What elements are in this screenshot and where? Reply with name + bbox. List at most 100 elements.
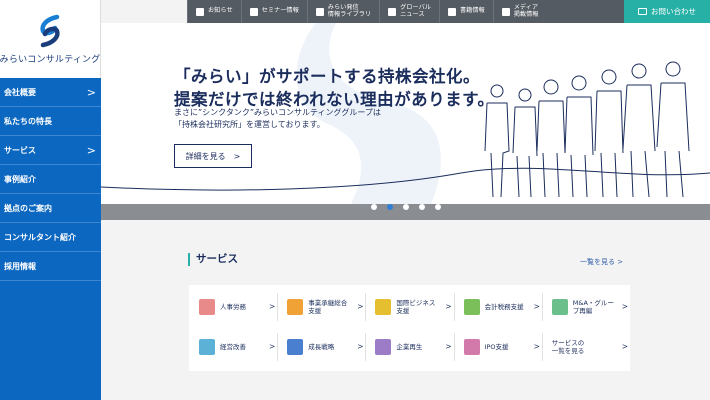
slide-dot[interactable]: [386, 204, 393, 210]
service-item[interactable]: 企業再生: [375, 329, 422, 365]
globe-money-icon: [375, 299, 392, 315]
topbar-item-label: お知らせ: [208, 7, 233, 15]
book-icon: [447, 7, 456, 16]
logo-text: みらいコンサルティング: [0, 54, 101, 65]
service-item[interactable]: M&A・グルー プ再編: [551, 289, 614, 325]
sidebar-item-4[interactable]: 拠点のご案内: [0, 194, 101, 223]
sidebar-item-label: コンサルタント紹介: [4, 232, 76, 242]
topbar-item-label: セミナー情報: [261, 7, 299, 15]
notice-icon: [196, 7, 204, 16]
building-icon: [287, 299, 304, 315]
divider: [365, 293, 367, 321]
service-label: 国際ビジネス 支援: [396, 298, 436, 315]
chevron-right-icon: >: [357, 342, 364, 351]
service-item[interactable]: 経営改善: [199, 329, 246, 365]
services-panel: 人事労務 > 事業承継総合 支援 > 国際ビジネス 支援 > 会計税務支援 > M&A・グルー …: [189, 285, 630, 371]
chevron-right-icon: >: [621, 302, 629, 311]
chevron-right-icon: >: [86, 85, 96, 99]
service-item[interactable]: 事業承継総合 支援: [287, 289, 347, 325]
sidebar-item-label: サービス: [4, 145, 36, 155]
sidebar-item-2[interactable]: サービス >: [0, 136, 101, 165]
sidebar-item-5[interactable]: コンサルタント紹介: [0, 223, 101, 252]
chevron-right-icon: >: [269, 302, 276, 311]
divider: [277, 293, 279, 321]
chevron-right-icon: >: [533, 302, 540, 311]
service-item[interactable]: 成長戦略: [287, 329, 334, 365]
service-label: 人事労務: [220, 302, 246, 311]
mail-icon: [638, 8, 647, 15]
pen-icon: [315, 7, 324, 16]
divider: [541, 333, 543, 361]
details-button[interactable]: 詳細を見る >: [174, 144, 252, 168]
service-label: 事業承継総合 支援: [308, 298, 348, 315]
sidebar-item-6[interactable]: 採用情報: [0, 252, 101, 281]
service-label: サービスの 一覧を見る: [551, 338, 585, 355]
topbar-item-label: 書籍情報: [459, 7, 485, 15]
logo[interactable]: みらいコンサルティング: [0, 0, 101, 78]
topbar-item-label: メディア 掲載情報: [513, 4, 539, 18]
service-label: 経営改善: [220, 342, 246, 351]
hero-subtitle: まさに”シンクタンク”みらいコンサルティンググループは 「持株会社研究所」を運営…: [174, 108, 381, 130]
service-item[interactable]: 人事労務: [199, 289, 246, 325]
services-heading: サービス: [188, 253, 238, 266]
service-label: 企業再生: [396, 342, 423, 351]
service-item[interactable]: 会計税務支援: [463, 289, 524, 325]
service-item[interactable]: IPO支援: [463, 329, 509, 365]
divider: [453, 293, 455, 321]
sidebar-item-label: 事例紹介: [4, 174, 36, 184]
people-icon: [199, 299, 215, 315]
hero-title: 「みらい」がサポートする持株会社化。 提案だけでは終われない理由があります。: [174, 67, 495, 110]
sidebar: みらいコンサルティング 会社概要 > 私たちの特長 サービス > 事例紹介拠点のご案内コン…: [0, 0, 101, 400]
calculator-icon: [463, 299, 480, 315]
chevron-right-icon: >: [445, 302, 452, 311]
globe-icon: [388, 7, 397, 16]
top-utility-bar: お知らせ セミナー情報 みらい発信 情報ライブラリ グローバル ニュース 書籍情報 メディ…: [187, 0, 710, 23]
chevron-right-icon: >: [533, 342, 540, 351]
divider: [453, 333, 455, 361]
slide-dot[interactable]: [418, 204, 425, 210]
slide-dot[interactable]: [434, 204, 441, 210]
services-more-link[interactable]: 一覧を見る >: [580, 257, 623, 267]
seminar-icon: [249, 7, 258, 16]
chevron-right-icon: >: [445, 342, 452, 351]
divider: [541, 293, 543, 321]
divider: [277, 333, 279, 361]
service-label: 会計税務支援: [484, 302, 524, 311]
document-icon: [199, 339, 215, 355]
chevron-right-icon: >: [86, 143, 96, 157]
sidebar-item-label: 私たちの特長: [4, 116, 52, 126]
sidebar-item-0[interactable]: 会社概要 >: [0, 78, 101, 107]
contact-button[interactable]: お問い合わせ: [624, 0, 710, 23]
business-people-illustration: [484, 61, 690, 198]
slide-dot[interactable]: [402, 204, 409, 210]
sidebar-item-label: 会社概要: [4, 87, 36, 97]
chevron-right-icon: >: [357, 302, 364, 311]
service-item[interactable]: 国際ビジネス 支援: [375, 289, 435, 325]
topbar-item-label: みらい発信 情報ライブラリ: [327, 4, 372, 18]
shopping-cart-icon: [375, 339, 392, 355]
hero-slider: 「みらい」がサポートする持株会社化。 提案だけでは終われない理由があります。 ま…: [101, 23, 710, 204]
topbar-item-1[interactable]: セミナー情報: [240, 0, 307, 23]
service-item[interactable]: サービスの 一覧を見る: [552, 329, 585, 365]
sidebar-item-label: 採用情報: [4, 261, 36, 271]
sidebar-item-3[interactable]: 事例紹介: [0, 165, 101, 194]
service-label: M&A・グルー プ再編: [572, 298, 614, 315]
chevron-right-icon: >: [621, 342, 629, 351]
chevron-right-icon: >: [269, 342, 276, 351]
chevron-right-icon: >: [233, 151, 241, 161]
service-label: IPO支援: [484, 342, 509, 351]
sidebar-item-1[interactable]: 私たちの特長: [0, 107, 101, 136]
ipo-icon: [463, 339, 480, 355]
growth-chart-icon: [287, 339, 304, 355]
topbar-item-label: グローバル ニュース: [400, 4, 431, 18]
handshake-icon: [551, 299, 568, 315]
topbar-item-4[interactable]: 書籍情報: [438, 0, 493, 23]
topbar-item-0[interactable]: お知らせ: [187, 0, 241, 23]
divider: [365, 333, 367, 361]
contact-label: お問い合わせ: [651, 6, 696, 16]
slide-dot[interactable]: [370, 204, 377, 210]
topbar-item-3[interactable]: グローバル ニュース: [379, 0, 439, 23]
topbar-item-2[interactable]: みらい発信 情報ライブラリ: [306, 0, 379, 23]
topbar-item-5[interactable]: メディア 掲載情報: [492, 0, 547, 23]
service-label: 成長戦略: [308, 342, 335, 351]
